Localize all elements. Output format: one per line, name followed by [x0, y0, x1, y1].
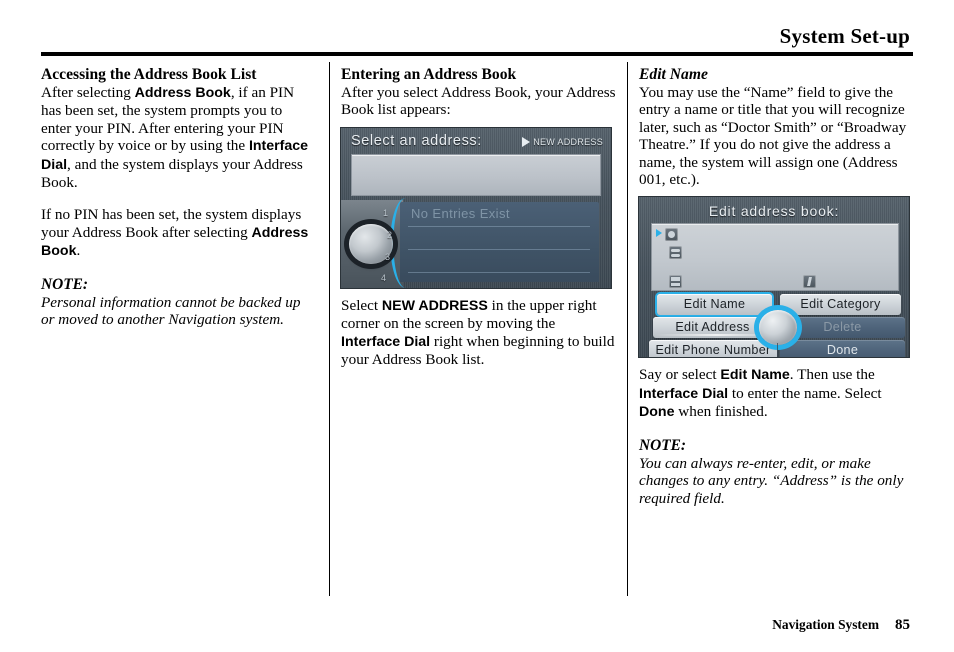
column-divider-1: [329, 62, 330, 596]
column-divider-2: [627, 62, 628, 596]
col1-p1-e: , and the system displays your Address B…: [41, 155, 303, 192]
header-rule: [41, 52, 913, 56]
col3-p2-e: to enter the name. Select: [728, 384, 882, 402]
col3-paragraph-2: Say or select Edit Name. Then use the In…: [639, 366, 915, 421]
new-address-label: NEW ADDRESS: [533, 136, 603, 147]
col3-heading: Edit Name: [639, 66, 708, 83]
col2-p2-a: Select: [341, 296, 382, 314]
col3-spacer-bottom: [639, 357, 915, 366]
edit-category-button[interactable]: Edit Category: [780, 294, 901, 316]
col2-paragraph-2: Select NEW ADDRESS in the upper right co…: [341, 297, 616, 369]
col2-spacer-bottom: [341, 288, 616, 297]
dial-number-2: 2: [387, 229, 393, 240]
col1-p1-a: After selecting: [41, 84, 135, 101]
col1-spacer: [41, 261, 313, 276]
cursor-arrow-icon: [656, 229, 662, 238]
column-three: Edit Name You may use the “Name” field t…: [639, 66, 915, 507]
nav2-title: Edit address book:: [708, 203, 840, 220]
col3-note-label: NOTE:: [639, 436, 687, 454]
col3-paragraph-1: You may use the “Name” field to give the…: [639, 84, 907, 189]
list-rule: [408, 271, 590, 273]
nav-screen-edit-address-book: Edit address book: Edit Name Edit Catego…: [639, 197, 909, 358]
col1-heading: Accessing the Address Book List: [41, 66, 257, 83]
list-rule: [408, 248, 590, 250]
right-arrow-icon: [522, 136, 531, 147]
dial-number-1: 1: [383, 207, 389, 218]
col3-p2-interface-dial: Interface Dial: [639, 385, 729, 402]
new-address-button[interactable]: NEW ADDRESS: [522, 136, 603, 147]
col2-paragraph-1: After you select Address Book, your Addr…: [341, 84, 616, 119]
address-list-panel[interactable]: No Entries Exist: [400, 201, 599, 282]
col2-p2-interface-dial: Interface Dial: [341, 333, 431, 350]
col1-note-label: NOTE:: [41, 275, 89, 293]
entry-fields-panel[interactable]: [651, 223, 899, 292]
manual-page: System Set-up Accessing the Address Book…: [0, 0, 954, 652]
nav-screen-select-address: Select an address: NEW ADDRESS No Entrie…: [341, 127, 611, 288]
category-icon: [803, 275, 816, 289]
address-icon: [669, 246, 682, 260]
nav1-title: Select an address:: [351, 132, 482, 149]
col1-paragraph-2: If no PIN has been set, the system displ…: [41, 206, 313, 260]
col3-p2-c: . Then use the: [789, 366, 875, 384]
list-empty-label: No Entries Exist: [411, 205, 510, 221]
col2-heading: Entering an Address Book: [341, 66, 517, 83]
col3-spacer-note: [639, 422, 915, 437]
col3-p2-a: Say or select: [639, 366, 721, 384]
nav2-button-separator: [777, 343, 778, 358]
address-input-field[interactable]: [351, 153, 601, 196]
edit-phone-number-button[interactable]: Edit Phone Number: [649, 340, 777, 358]
footer: Navigation System 85: [772, 617, 910, 634]
column-one: Accessing the Address Book List After se…: [41, 66, 313, 329]
col1-paragraph-1: After selecting Address Book, if an PIN …: [41, 84, 313, 191]
col3-p2-g: when finished.: [674, 403, 768, 421]
col2-spacer-top: [341, 119, 616, 128]
col1-note-body: Personal information cannot be backed up…: [41, 293, 301, 329]
page-number: 85: [895, 617, 910, 633]
list-rule: [408, 225, 590, 227]
col3-p2-done: Done: [639, 404, 675, 421]
footer-book-title: Navigation System: [772, 617, 879, 632]
phone-icon: [669, 275, 682, 289]
col3-spacer-top: [639, 188, 915, 197]
edit-name-button[interactable]: Edit Name: [657, 294, 772, 316]
dial-number-4: 4: [381, 272, 387, 283]
dial-number-3: 3: [385, 251, 391, 262]
col2-p2-new-address: NEW ADDRESS: [381, 297, 488, 314]
column-two: Entering an Address Book After you selec…: [341, 66, 616, 368]
person-icon: [665, 228, 678, 242]
col1-p2-c: .: [76, 242, 81, 260]
delete-button: Delete: [780, 317, 905, 339]
page-title: System Set-up: [779, 24, 910, 48]
col3-note-body: You can always re-enter, edit, or make c…: [639, 454, 904, 507]
done-button[interactable]: Done: [780, 340, 905, 358]
col3-p2-edit-name: Edit Name: [720, 367, 790, 384]
col1-p1-address-book: Address Book: [134, 85, 231, 101]
